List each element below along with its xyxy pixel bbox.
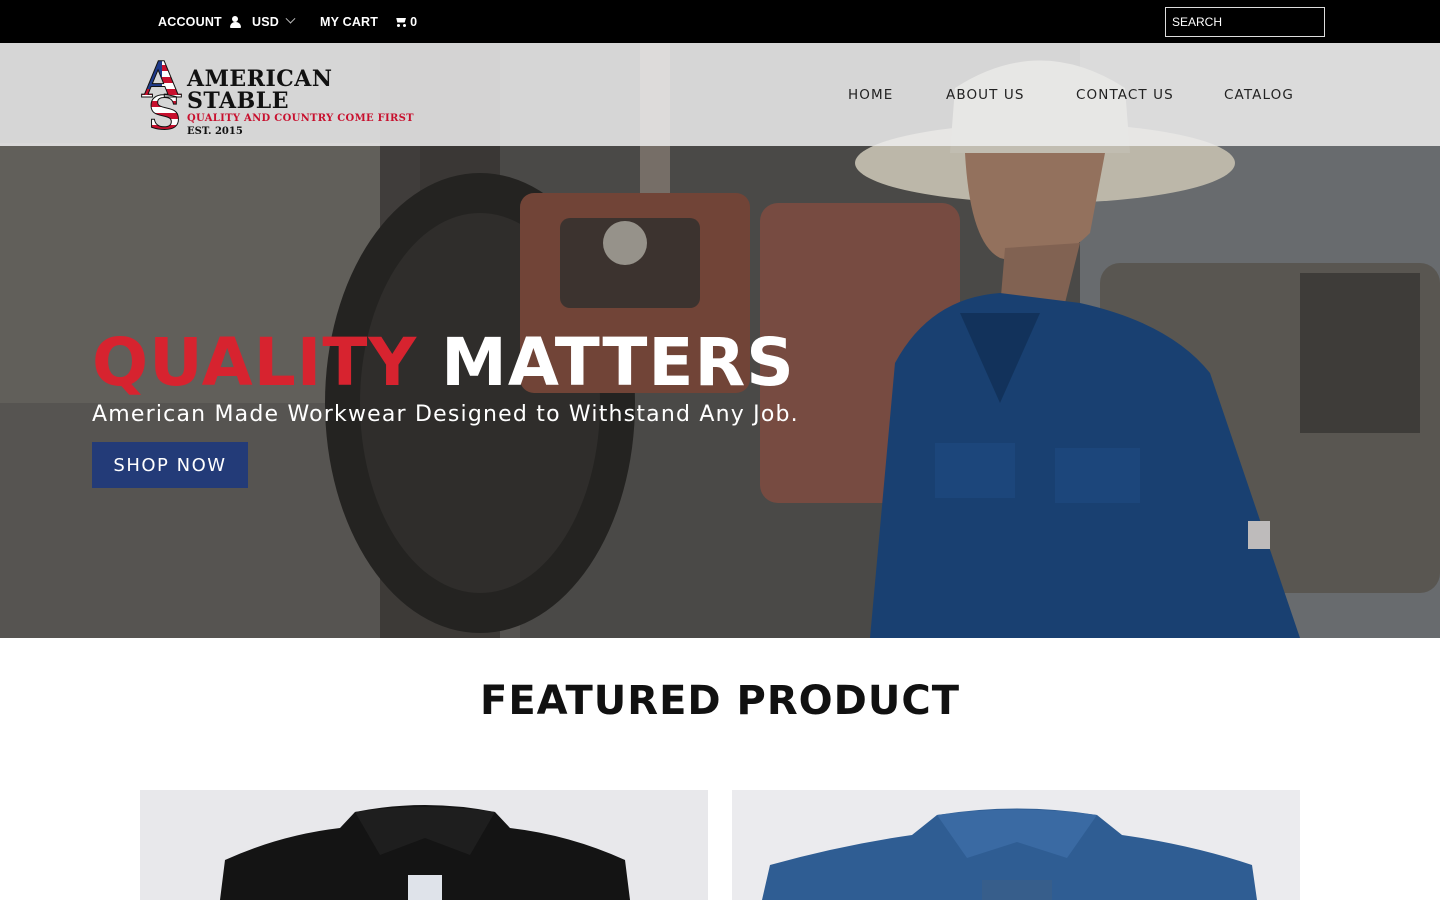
- account-link[interactable]: ACCOUNT: [158, 0, 241, 43]
- cart-link[interactable]: MY CART 0: [320, 0, 417, 43]
- nav-contact-us[interactable]: CONTACT US: [1076, 43, 1174, 146]
- logo-established: EST. 2015: [187, 126, 243, 137]
- product-card-black-shirt[interactable]: [140, 790, 708, 900]
- top-utility-bar: ACCOUNT USD MY CART 0: [0, 0, 1440, 43]
- logo-wordmark: AMERICAN STABLE QUALITY AND COUNTRY COME…: [187, 68, 422, 138]
- chevron-down-icon: [285, 13, 296, 24]
- search-box: [1165, 7, 1325, 37]
- hero-banner: A S A S: [0, 43, 1440, 638]
- currency-value: USD: [252, 14, 279, 29]
- hero-subtitle: American Made Workwear Designed to Withs…: [92, 402, 799, 427]
- account-label: ACCOUNT: [158, 14, 222, 29]
- site-header: A S A S: [0, 43, 1440, 146]
- logo-tagline: QUALITY AND COUNTRY COME FIRST: [187, 113, 414, 124]
- cart-icon: [395, 17, 407, 27]
- user-icon: [229, 15, 241, 28]
- nav-about-us[interactable]: ABOUT US: [946, 43, 1025, 146]
- nav-catalog[interactable]: CATALOG: [1224, 43, 1294, 146]
- shop-now-button[interactable]: SHOP NOW: [92, 442, 248, 488]
- search-input[interactable]: [1166, 8, 1324, 36]
- cart-label: MY CART: [320, 14, 379, 29]
- featured-section-title: FEATURED PRODUCT: [480, 678, 960, 724]
- svg-text:S: S: [148, 86, 181, 133]
- hero-title: QUALITY MATTERS: [92, 328, 795, 398]
- american-flag-monogram: A S A S: [141, 53, 183, 133]
- product-image-black-shirt: [140, 790, 708, 900]
- currency-selector[interactable]: USD: [252, 0, 296, 43]
- product-card-denim-shirt[interactable]: [732, 790, 1300, 900]
- site-logo[interactable]: A S A S: [140, 53, 422, 137]
- nav-home[interactable]: HOME: [848, 43, 893, 146]
- cart-count: 0: [410, 14, 418, 29]
- hero-title-rest: MATTERS: [441, 324, 795, 401]
- logo-name: AMERICAN STABLE: [187, 66, 333, 114]
- product-image-denim-shirt: [732, 790, 1300, 900]
- hero-title-accent: QUALITY: [92, 324, 418, 401]
